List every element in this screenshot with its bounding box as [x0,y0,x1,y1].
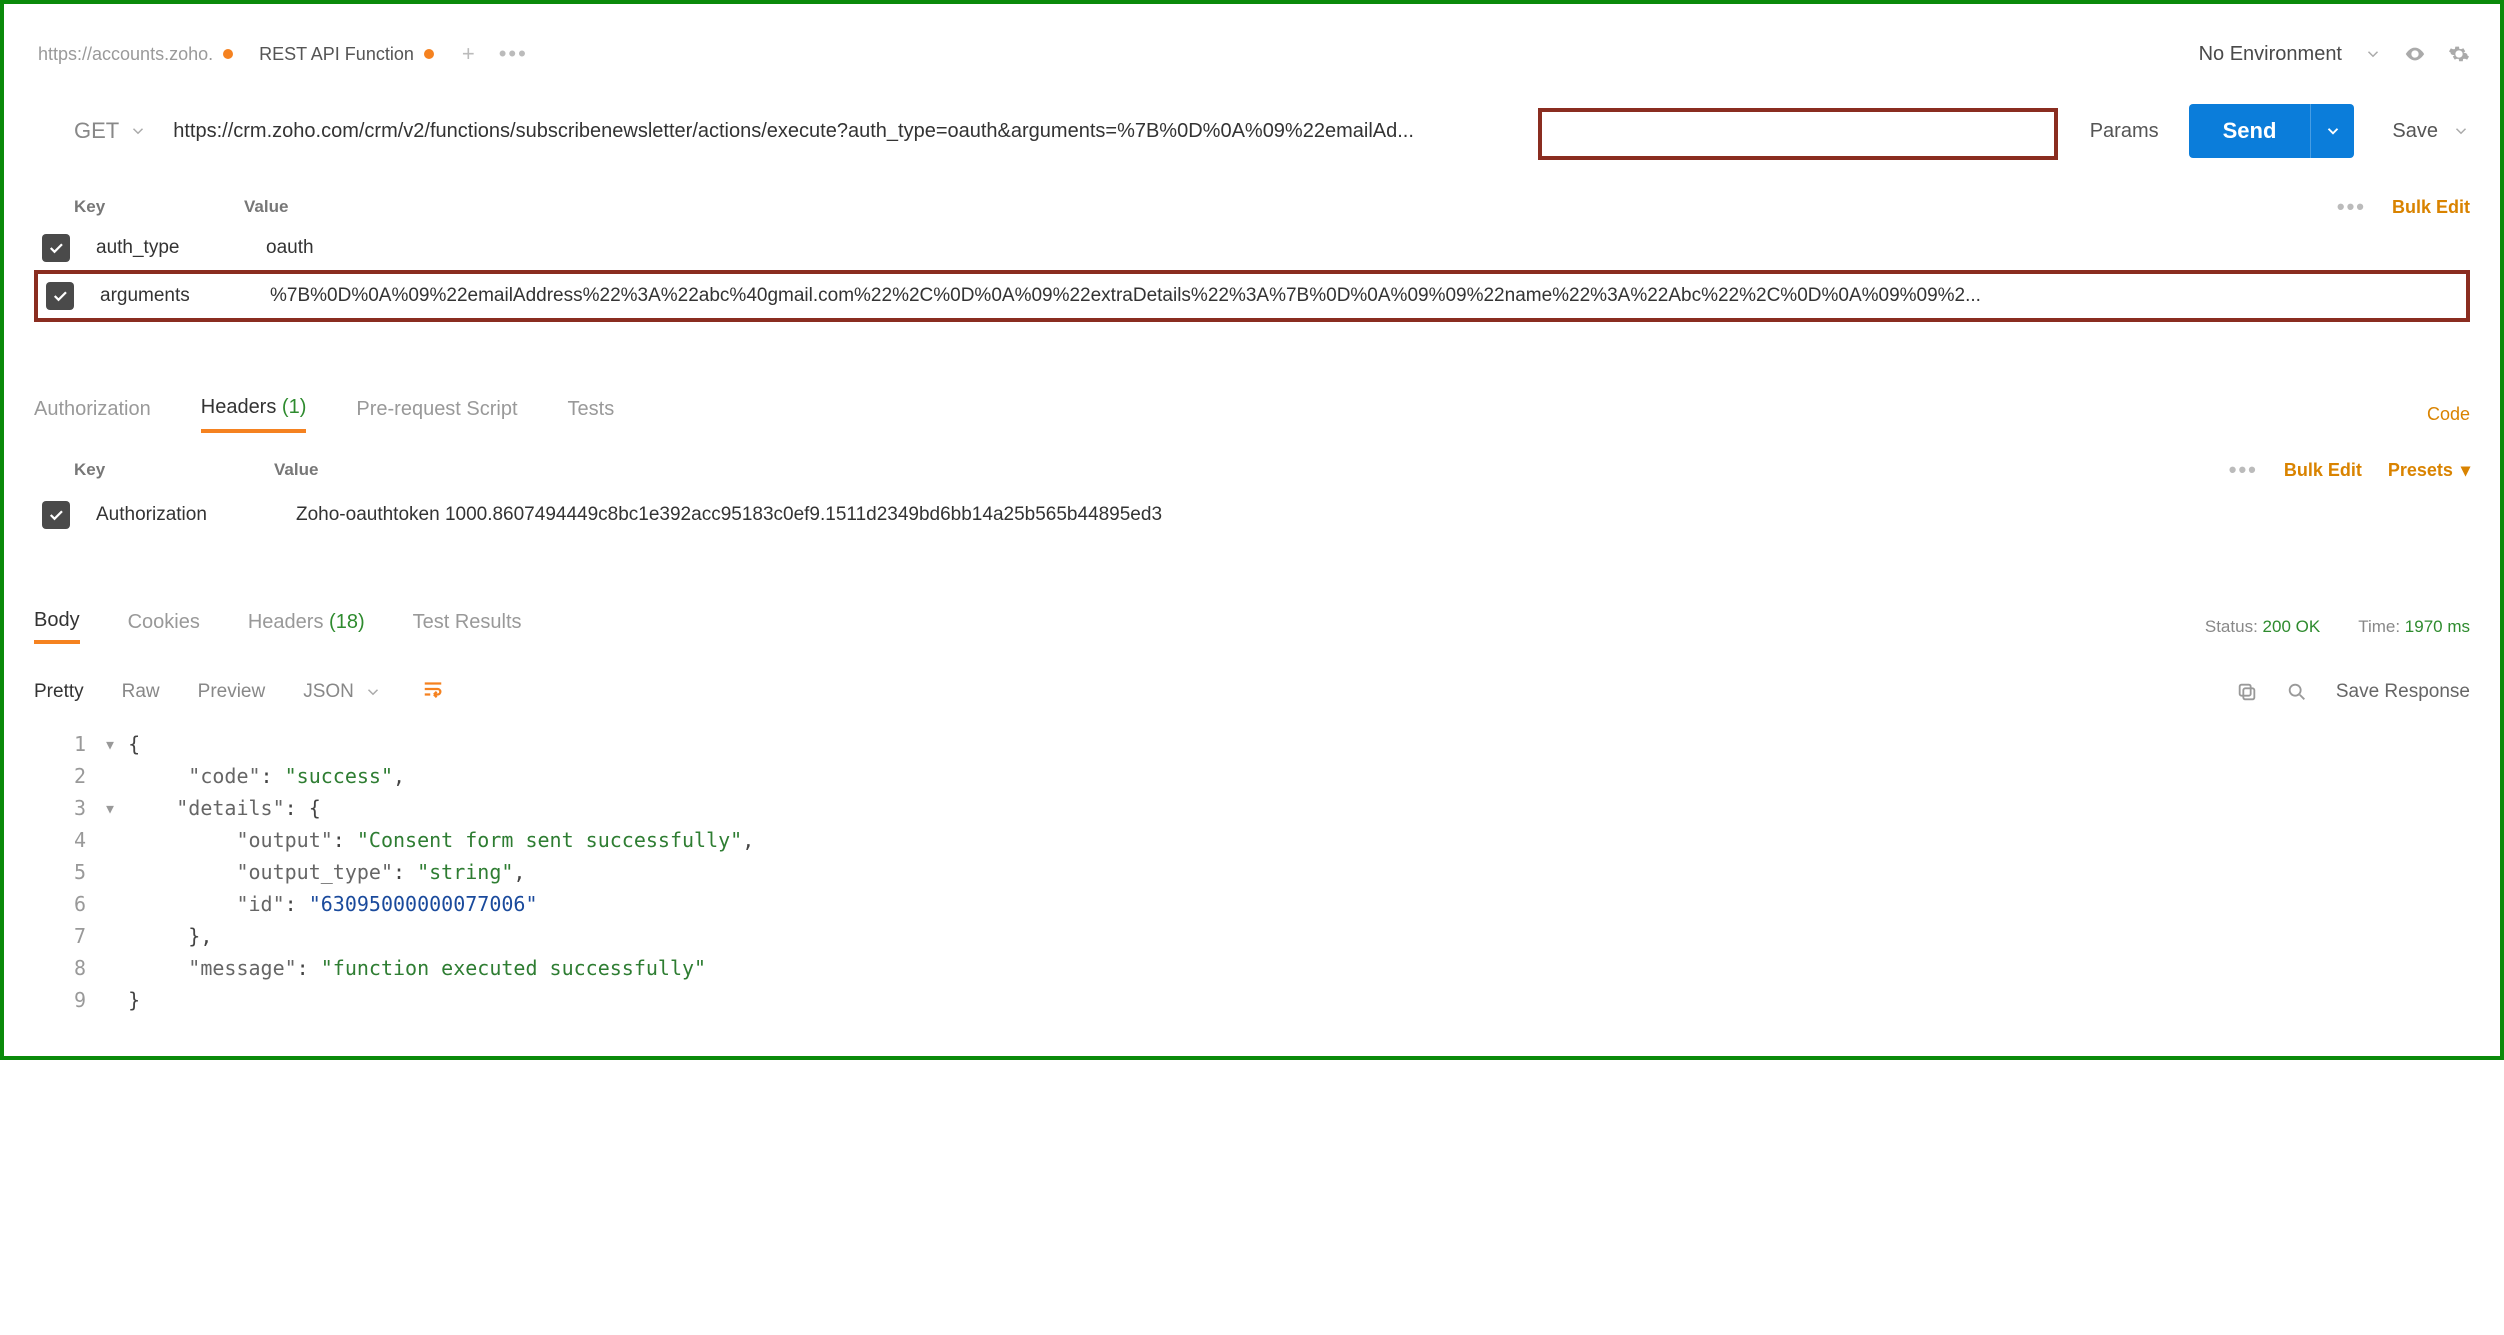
tab-label: Headers [201,396,277,418]
overflow-icon[interactable]: ••• [2337,194,2366,220]
save-response-button[interactable]: Save Response [2336,681,2470,703]
view-pretty[interactable]: Pretty [34,681,84,703]
header-key[interactable]: Authorization [96,504,296,526]
presets-link[interactable]: Presets ▾ [2388,460,2470,481]
headers-count: (1) [282,396,306,418]
resp-headers-count: (18) [329,611,365,633]
url-input[interactable]: https://crm.zoho.com/crm/v2/functions/su… [167,106,1727,157]
wrap-lines-icon[interactable] [420,678,446,706]
gear-icon[interactable] [2448,43,2470,65]
tab-prerequest[interactable]: Pre-request Script [356,398,517,431]
tab-headers[interactable]: Headers (1) [201,396,307,433]
chevron-down-icon [2452,122,2470,140]
environment-selector[interactable]: No Environment [2199,43,2342,66]
send-button[interactable]: Send [2189,104,2311,158]
save-button[interactable]: Save [2392,120,2470,143]
top-bar: https://accounts.zoho. REST API Function… [34,24,2470,84]
tab-label: REST API Function [259,44,414,65]
request-sub-tabs: Authorization Headers (1) Pre-request Sc… [34,396,2470,433]
eye-icon[interactable] [2404,43,2426,65]
request-tabs-bar: https://accounts.zoho. REST API Function… [34,38,2199,71]
new-tab-button[interactable]: + [456,41,481,67]
col-value: Value [244,197,2337,217]
col-value: Value [274,460,2229,480]
request-row: GET https://crm.zoho.com/crm/v2/function… [34,104,2470,158]
params-button[interactable]: Params [2080,120,2169,143]
col-key: Key [74,197,244,217]
time-value: 1970 ms [2405,617,2470,636]
unsaved-dot-icon [424,49,434,59]
view-raw[interactable]: Raw [122,681,160,703]
caret-down-icon: ▾ [2461,460,2470,481]
chevron-down-icon[interactable] [2364,45,2382,63]
param-key[interactable]: arguments [100,285,270,307]
tab-accounts[interactable]: https://accounts.zoho. [34,38,237,71]
tab-tests[interactable]: Tests [568,398,615,431]
param-key[interactable]: auth_type [96,237,266,259]
response-view-bar: Pretty Raw Preview JSON Save Response [34,678,2470,706]
save-label: Save [2392,120,2438,143]
params-header: Key Value ••• Bulk Edit [34,194,2470,220]
response-meta: Status: 200 OK Time: 1970 ms [2205,617,2470,637]
checkbox[interactable] [46,282,74,310]
chevron-down-icon [364,683,382,701]
bulk-edit-link[interactable]: Bulk Edit [2392,197,2470,218]
headers-header: Key Value ••• Bulk Edit Presets ▾ [34,457,2470,483]
tab-cookies[interactable]: Cookies [128,611,200,642]
checkbox[interactable] [42,234,70,262]
checkbox[interactable] [42,501,70,529]
param-row-auth-type: auth_type oauth [34,234,2470,262]
view-preview[interactable]: Preview [198,681,266,703]
overflow-icon[interactable]: ••• [2229,457,2258,483]
param-value[interactable]: oauth [266,237,2470,259]
tab-rest-api[interactable]: REST API Function [255,38,438,71]
chevron-down-icon [2324,122,2342,140]
send-dropdown-button[interactable] [2310,104,2354,158]
unsaved-dot-icon [223,49,233,59]
code-link[interactable]: Code [2427,404,2470,425]
tab-body[interactable]: Body [34,609,80,644]
tab-resp-headers[interactable]: Headers (18) [248,611,365,642]
response-body[interactable]: 1▾ { 2 "code": "success", 3▾ "details": … [34,728,2470,1016]
bulk-edit-link[interactable]: Bulk Edit [2284,460,2362,481]
param-row-arguments: arguments %7B%0D%0A%09%22emailAddress%22… [34,270,2470,322]
copy-icon[interactable] [2236,681,2258,703]
method-label: GET [74,118,119,144]
status-value: 200 OK [2263,617,2321,636]
tab-label: https://accounts.zoho. [38,44,213,65]
response-tabs: Body Cookies Headers (18) Test Results S… [34,609,2470,644]
search-icon[interactable] [2286,681,2308,703]
tab-test-results[interactable]: Test Results [413,611,522,642]
tabs-overflow-icon[interactable]: ••• [499,41,528,67]
tab-authorization[interactable]: Authorization [34,398,151,431]
header-value[interactable]: Zoho-oauthtoken 1000.8607494449c8bc1e392… [296,504,2470,526]
method-selector[interactable]: GET [74,118,147,144]
header-row-authorization: Authorization Zoho-oauthtoken 1000.86074… [34,501,2470,529]
param-value[interactable]: %7B%0D%0A%09%22emailAddress%22%3A%22abc%… [270,285,2458,307]
chevron-down-icon [129,122,147,140]
col-key: Key [74,460,274,480]
format-selector[interactable]: JSON [303,681,382,703]
